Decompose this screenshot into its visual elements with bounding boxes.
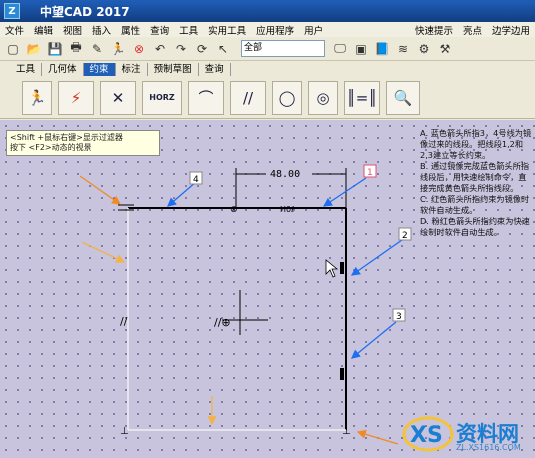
note-b: B. 通过镜像完成蓝色箭头所指线段后，用快速绘制命令，直接完成黄色箭头所指线段。	[420, 161, 530, 193]
parallel-icon: //	[242, 88, 254, 107]
tool-icon[interactable]: ⚒	[436, 40, 454, 58]
tab-query[interactable]: 查询	[199, 63, 231, 76]
callout-3: 3	[396, 312, 402, 322]
menu-learn-while-using[interactable]: 边学边用	[487, 23, 535, 37]
auto-constrain-button[interactable]: ⚡	[58, 80, 94, 115]
red-arrow-topleft	[79, 175, 122, 205]
ribbon-tabs: 工具 几何体 约束 标注 预制草图 查询	[0, 62, 535, 77]
show-constraints-button[interactable]: 🔍	[386, 80, 420, 115]
blue-arrow-3	[350, 321, 397, 359]
menu-quick-tips[interactable]: 快速提示	[410, 23, 458, 37]
tab-geometry[interactable]: 几何体	[42, 63, 84, 76]
monitor-icon[interactable]: 🖵	[331, 40, 349, 58]
yellow-arrow-left	[81, 241, 126, 263]
dim-label: H0ℓ	[280, 205, 294, 214]
watermark-logo-icon: XS	[402, 416, 454, 452]
exit-sketch-button[interactable]: 🏃	[22, 80, 52, 115]
layer-combo[interactable]: 全部	[241, 40, 325, 57]
corner-glyph-bl: ⊥	[120, 426, 129, 437]
lightning-icon: ⚡	[70, 88, 82, 107]
menu-bar: 文件 编辑 视图 插入 属性 查询 工具 实用工具 应用程序 用户 快速提示 亮…	[0, 22, 535, 37]
watermark-url: ZL.XS1616.COM	[456, 443, 521, 452]
callout-1: 1	[367, 168, 373, 178]
menu-view[interactable]: 视图	[58, 23, 87, 37]
exit-icon[interactable]: 🏃	[109, 40, 127, 58]
callout-4: 4	[193, 175, 199, 185]
settings-icon[interactable]: ⚙	[415, 40, 433, 58]
explanation-notes: A. 蓝色箭头所指3，4号线为镜像过来的线段。把线段1,2和2,3建立等长约束。…	[420, 128, 532, 238]
stop-icon[interactable]: ⊗	[130, 40, 148, 58]
menu-highlights[interactable]: 亮点	[458, 23, 487, 37]
dimension-text[interactable]: 48.00	[270, 169, 300, 180]
menu-insert[interactable]: 插入	[87, 23, 116, 37]
screen-icon[interactable]: ▣	[352, 40, 370, 58]
standard-toolbar: ▢ 📂 💾 🖶 ✎ 🏃 ⊗ ↶ ↷ ⟳ ↖ 全部 🖵 ▣ 📘 ≋ ⚙ ⚒	[0, 37, 535, 61]
tangent-button[interactable]: ⌒	[188, 80, 224, 115]
blue-arrow-4	[167, 181, 197, 207]
origin-glyph: //⊕	[214, 316, 231, 329]
horizontal-label: HORZ	[149, 93, 175, 102]
equal-icon: ║=║	[346, 88, 378, 107]
menu-tools[interactable]: 工具	[174, 23, 203, 37]
regen-icon[interactable]: ⟳	[193, 40, 211, 58]
corner-glyph-br: ⊥	[342, 426, 351, 437]
radius-button[interactable]: ◯	[272, 80, 302, 115]
watermark: XS 资料网 ZL.XS1616.COM	[402, 412, 532, 454]
save-icon[interactable]: 💾	[46, 40, 64, 58]
svg-text:XS: XS	[410, 423, 443, 448]
mouse-cursor-icon	[325, 259, 339, 278]
menu-utilities[interactable]: 实用工具	[203, 23, 251, 37]
pick-icon[interactable]: ↖	[214, 40, 232, 58]
undo-icon[interactable]: ↶	[151, 40, 169, 58]
eraser-icon[interactable]: ✎	[88, 40, 106, 58]
blue-arrow-1	[322, 177, 367, 207]
callout-2: 2	[402, 231, 408, 241]
print-icon[interactable]: 🖶	[67, 40, 85, 58]
window-title: 中望CAD 2017	[40, 4, 130, 19]
parallel-glyph-left: //	[120, 315, 128, 328]
menu-properties[interactable]: 属性	[116, 23, 145, 37]
parallel-glyph-2	[340, 368, 344, 380]
magnifier-icon: 🔍	[393, 88, 413, 107]
midpoint-glyph: ⊗	[230, 205, 238, 215]
equal-button[interactable]: ║=║	[344, 80, 380, 115]
coincident-button[interactable]: ✕	[100, 80, 136, 115]
menu-query[interactable]: 查询	[145, 23, 174, 37]
note-a: A. 蓝色箭头所指3，4号线为镜像过来的线段。把线段1,2和2,3建立等长约束。	[420, 128, 532, 160]
tab-constraints[interactable]: 约束	[83, 63, 116, 76]
running-man-icon: 🏃	[27, 88, 47, 107]
tab-presketch[interactable]: 预制草图	[148, 63, 199, 76]
horizontal-button[interactable]: HORZ	[142, 80, 182, 115]
concentric-button[interactable]: ◎	[308, 80, 338, 115]
new-file-icon[interactable]: ▢	[4, 40, 22, 58]
pink-arrow-bottomright	[356, 429, 399, 445]
parallel-button[interactable]: //	[230, 80, 266, 115]
parallel-glyph-1	[340, 262, 344, 274]
menu-file[interactable]: 文件	[0, 23, 29, 37]
drawing-canvas[interactable]: <Shift +鼠标右键>显示过滤器 按下 <F2>动态的视景 48.00 H0…	[0, 120, 535, 458]
redo-icon[interactable]: ↷	[172, 40, 190, 58]
tangent-icon: ⌒	[198, 89, 214, 107]
layers-icon[interactable]: ≋	[394, 40, 412, 58]
menu-user[interactable]: 用户	[299, 23, 328, 37]
menu-edit[interactable]: 编辑	[29, 23, 58, 37]
open-folder-icon[interactable]: 📂	[25, 40, 43, 58]
note-c: C. 红色箭头所指约束为镜像时软件自动生成。	[420, 194, 530, 215]
tab-tools[interactable]: 工具	[10, 63, 43, 76]
menu-applications[interactable]: 应用程序	[251, 23, 299, 37]
coincident-icon: ✕	[111, 88, 125, 107]
circle-icon: ◯	[278, 88, 296, 107]
tab-dimension[interactable]: 标注	[116, 63, 148, 76]
app-logo-icon: Z	[4, 3, 20, 19]
note-d: D. 粉红色箭头所指约束为快速绘制时软件自动生成。	[420, 216, 530, 237]
blue-arrow-2	[350, 239, 403, 276]
concentric-icon: ◎	[316, 88, 330, 107]
title-bar: Z 中望CAD 2017	[0, 0, 535, 22]
book-icon[interactable]: 📘	[373, 40, 391, 58]
constraint-toolbar: 🏃 ⚡ ✕ HORZ ⌒ // ◯ ◎ ║=║ 🔍	[0, 77, 535, 119]
